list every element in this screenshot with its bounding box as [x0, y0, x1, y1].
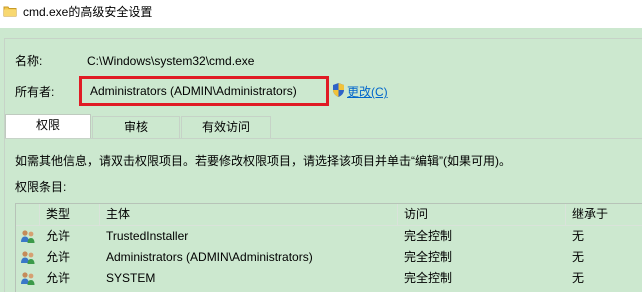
cell-principal: TrustedInstaller — [106, 229, 189, 243]
tab-effective-access[interactable]: 有效访问 — [181, 116, 271, 138]
name-label: 名称: — [15, 54, 43, 68]
user-group-icon — [21, 230, 35, 243]
table-row[interactable]: 允许 TrustedInstaller 完全控制 无 — [16, 226, 642, 247]
title-bar: cmd.exe的高级安全设置 — [0, 0, 642, 28]
user-group-icon — [21, 251, 35, 264]
permission-entries-table[interactable]: 类型 主体 访问 继承于 允许 TrustedInstaller 完全控制 无 … — [15, 203, 642, 292]
column-header-principal[interactable]: 主体 — [100, 204, 398, 226]
cell-access: 完全控制 — [404, 229, 453, 243]
table-row[interactable]: 允许 Administrators (ADMIN\Administrators)… — [16, 247, 642, 268]
cell-inherited: 无 — [572, 271, 585, 285]
cell-access: 完全控制 — [404, 250, 453, 264]
cell-access: 完全控制 — [404, 271, 453, 285]
cell-principal: SYSTEM — [106, 271, 156, 285]
name-value: C:\Windows\system32\cmd.exe — [87, 54, 255, 68]
icon-column-header — [16, 204, 40, 226]
tab-permissions[interactable]: 权限 — [5, 114, 91, 138]
user-group-icon — [21, 272, 35, 285]
info-text: 如需其他信息，请双击权限项目。若要修改权限项目，请选择该项目并单击“编辑”(如果… — [15, 154, 511, 168]
table-row[interactable]: 允许 SYSTEM 完全控制 无 — [16, 268, 642, 289]
owner-value: Administrators (ADMIN\Administrators) — [90, 84, 297, 98]
cell-type: 允许 — [46, 271, 71, 285]
security-panel: 名称: C:\Windows\system32\cmd.exe 所有者: Adm… — [4, 38, 642, 292]
column-header-type[interactable]: 类型 — [40, 204, 100, 226]
window-title: cmd.exe的高级安全设置 — [23, 5, 153, 19]
permission-entries-label: 权限条目: — [15, 180, 67, 194]
cell-inherited: 无 — [572, 229, 585, 243]
tab-strip: 权限 审核 有效访问 — [5, 114, 642, 138]
uac-shield-icon — [333, 83, 344, 97]
change-owner-link[interactable]: 更改(C) — [347, 84, 388, 100]
cell-inherited: 无 — [572, 250, 585, 264]
tab-divider — [5, 138, 642, 139]
folder-icon — [3, 6, 17, 17]
cell-principal: Administrators (ADMIN\Administrators) — [106, 250, 313, 264]
cell-type: 允许 — [46, 229, 71, 243]
cell-type: 允许 — [46, 250, 71, 264]
owner-label: 所有者: — [15, 85, 55, 99]
tab-auditing[interactable]: 审核 — [92, 116, 180, 138]
column-header-access[interactable]: 访问 — [398, 204, 566, 226]
owner-highlight-box: Administrators (ADMIN\Administrators) — [79, 76, 329, 106]
column-header-inherited[interactable]: 继承于 — [566, 204, 642, 226]
